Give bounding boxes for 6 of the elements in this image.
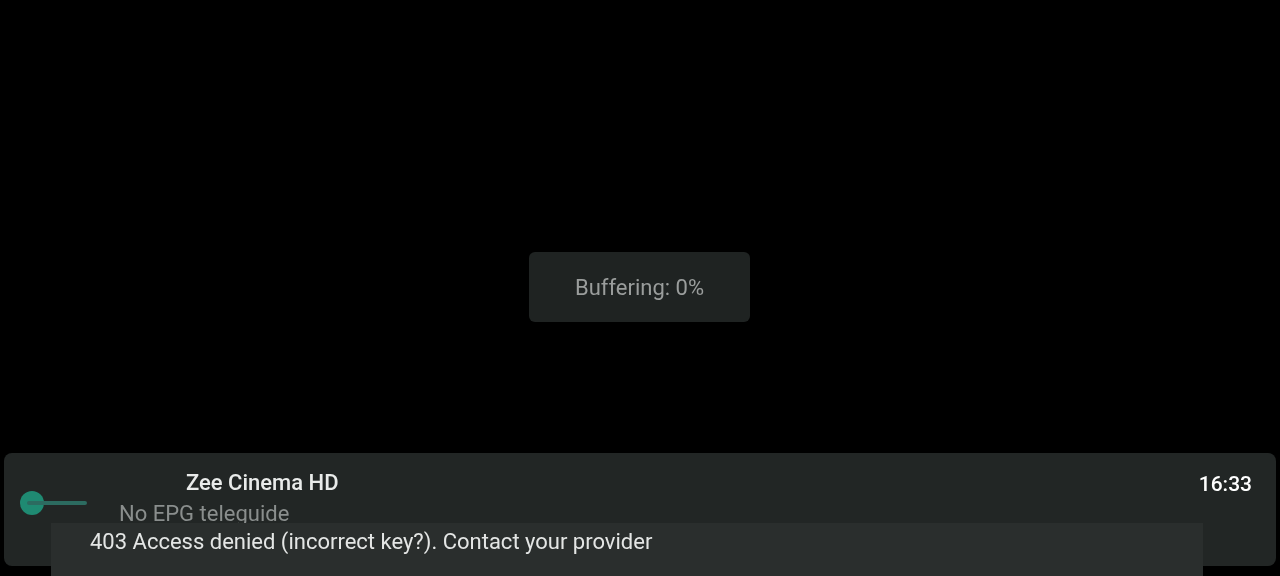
error-message: 403 Access denied (incorrect key?). Contact your provider — [90, 528, 653, 556]
clock: 16:33 — [1198, 471, 1252, 498]
buffering-text: Buffering: 0% — [574, 273, 705, 302]
epg-text: No EPG teleguide — [119, 500, 290, 528]
channel-logo-icon — [19, 490, 89, 516]
channel-name: Zee Cinema HD — [186, 469, 339, 497]
